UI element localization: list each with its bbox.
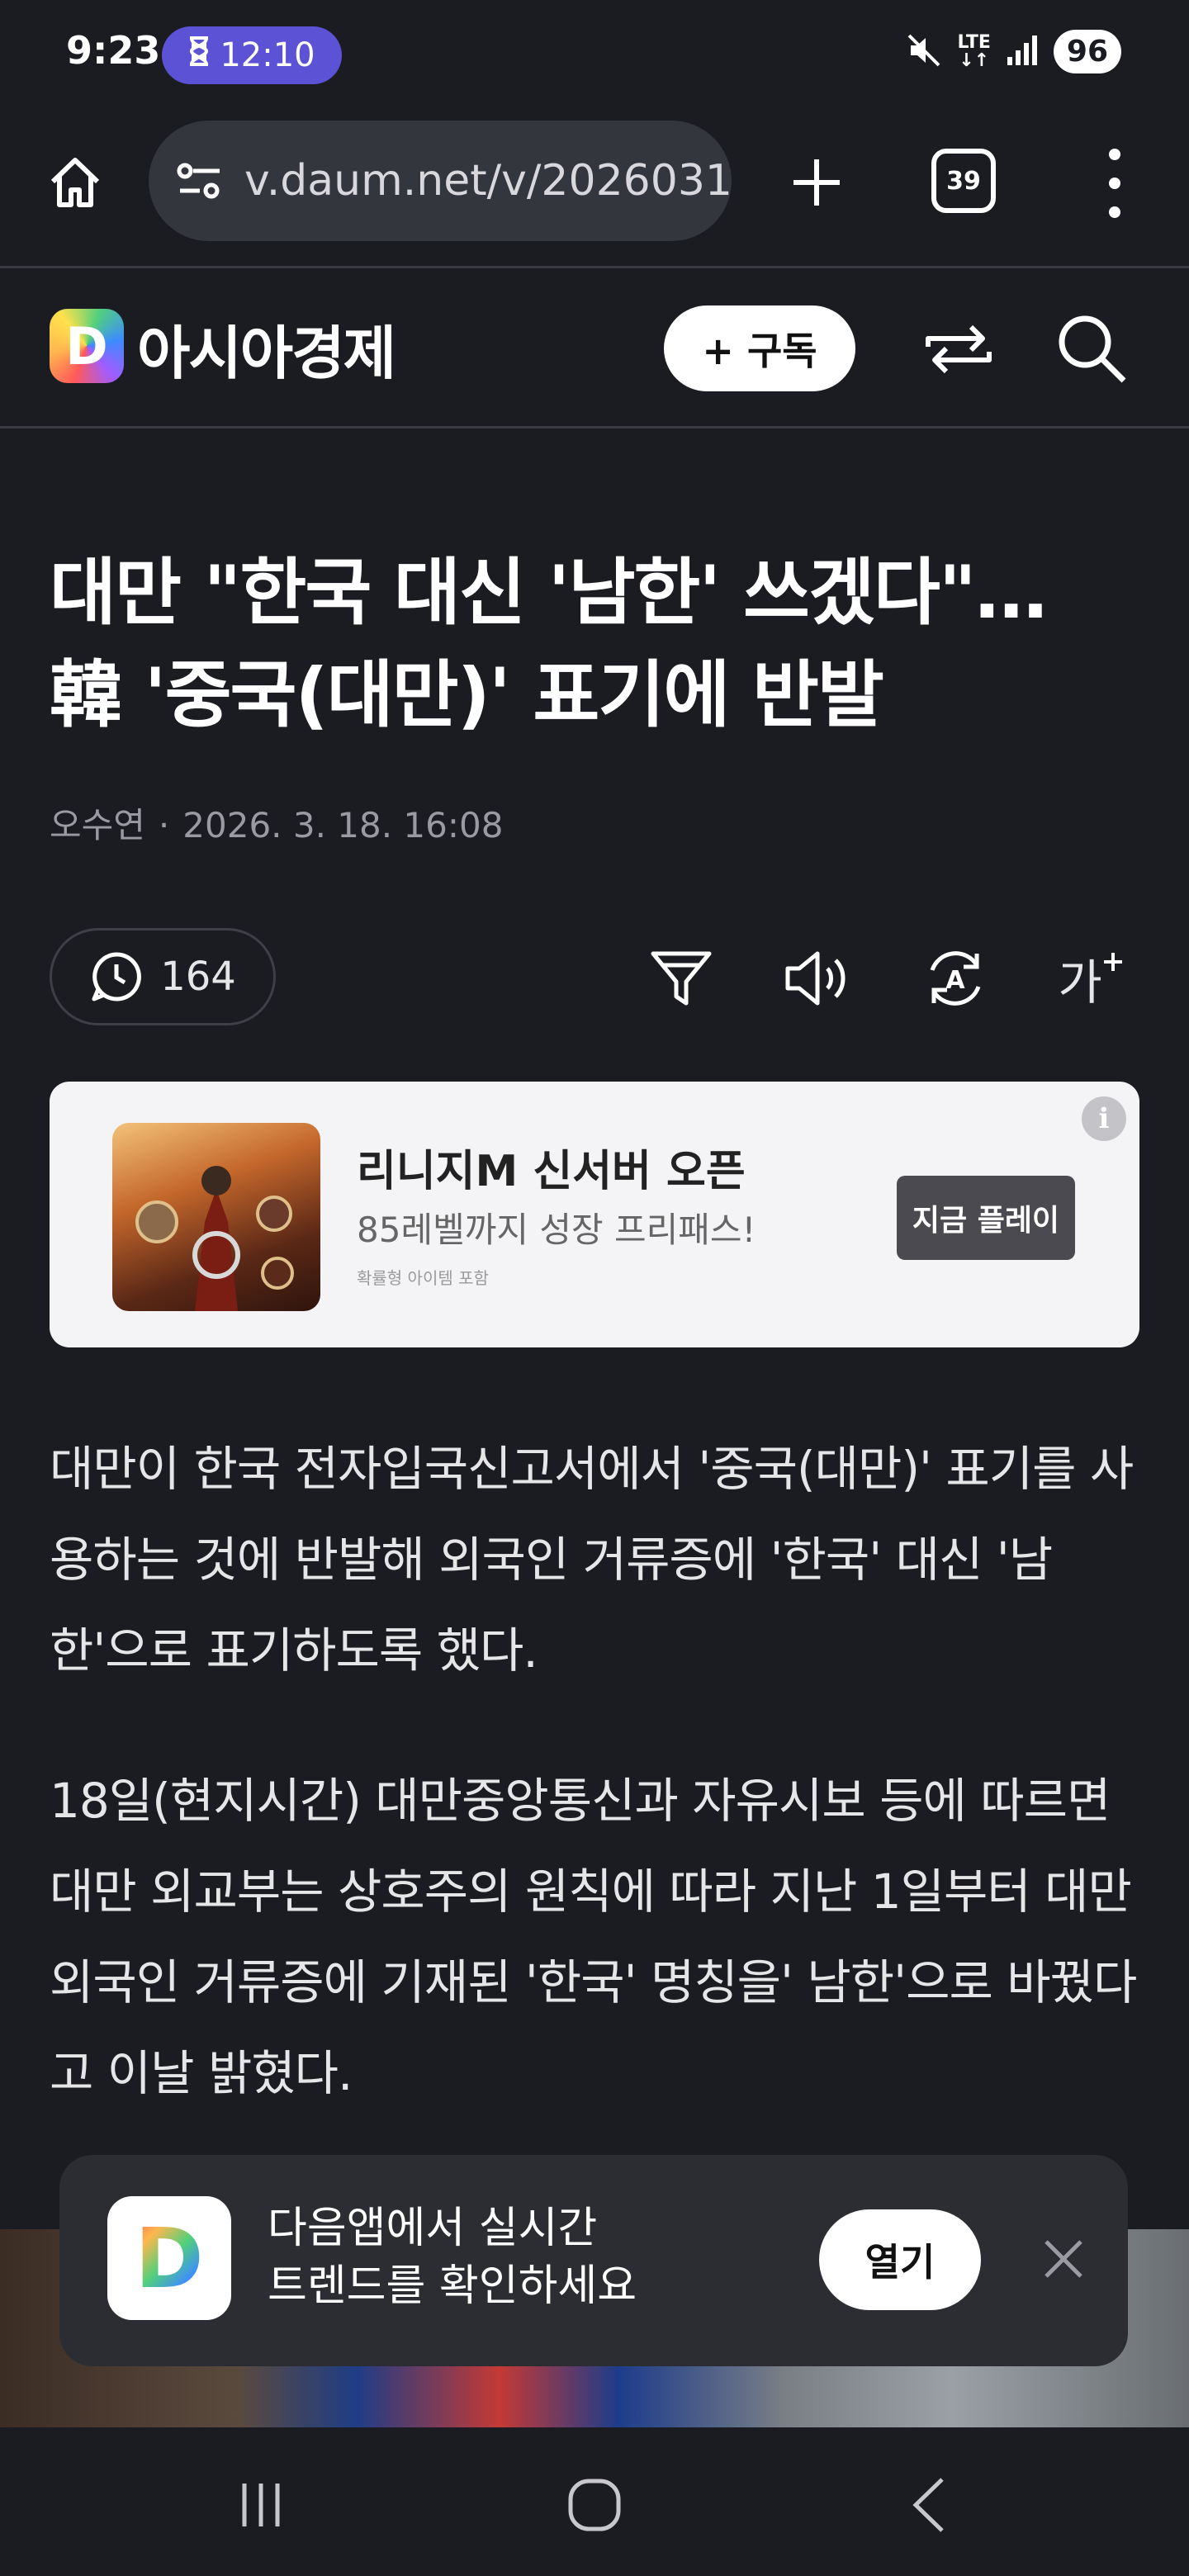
font-size-label: 가 bbox=[1058, 954, 1102, 1011]
site-settings-icon[interactable] bbox=[173, 154, 226, 207]
ad-play-button[interactable]: 지금 플레이 bbox=[897, 1176, 1075, 1260]
translate-icon: A bbox=[930, 951, 981, 1006]
close-icon bbox=[1045, 2240, 1082, 2278]
article-headline: 대만 "한국 대신 '남한' 쓰겠다"… 韓 '중국(대만)' 표기에 반발 bbox=[50, 542, 1148, 746]
plus-icon bbox=[793, 159, 840, 206]
publisher-name[interactable]: 아시아경제 bbox=[137, 307, 396, 391]
home-circle-icon bbox=[568, 2479, 621, 2531]
headline-line-1: 대만 "한국 대신 '남한' 쓰겠다"… bbox=[50, 550, 1048, 635]
comments-button[interactable]: 164 bbox=[50, 928, 276, 1025]
daum-logo[interactable]: D bbox=[50, 309, 124, 383]
hourglass-icon bbox=[188, 36, 210, 74]
header-divider bbox=[0, 426, 1189, 429]
author-name[interactable]: 오수연 bbox=[50, 805, 145, 845]
svg-text:A: A bbox=[945, 966, 965, 995]
article-byline: 오수연 · 2026. 3. 18. 16:08 bbox=[50, 805, 504, 845]
share-icon bbox=[926, 324, 992, 374]
back-button[interactable] bbox=[880, 2464, 979, 2546]
mute-icon bbox=[906, 32, 942, 72]
ad-title[interactable]: 리니지M 신서버 오픈 bbox=[357, 1136, 746, 1198]
back-icon bbox=[912, 2478, 944, 2532]
daum-logo-letter: D bbox=[65, 315, 108, 376]
network-label: LTE bbox=[957, 31, 991, 53]
close-banner-button[interactable] bbox=[1030, 2226, 1097, 2292]
app-install-banner[interactable]: D 다음앱에서 실시간 트렌드를 확인하세요 열기 bbox=[59, 2155, 1128, 2366]
read-aloud-button[interactable] bbox=[781, 941, 855, 1016]
new-tab-button[interactable] bbox=[779, 145, 854, 220]
translate-button[interactable]: A bbox=[918, 941, 992, 1016]
status-time: 9:23 bbox=[66, 28, 161, 73]
ad-description: 85레벨까지 성장 프리패스! bbox=[357, 1210, 756, 1250]
recent-apps-icon bbox=[242, 2484, 280, 2526]
banner-line-2: 트렌드를 확인하세요 bbox=[268, 2261, 637, 2311]
toolbar-divider bbox=[0, 266, 1189, 268]
status-icons: LTE ↓↑ 96 bbox=[906, 30, 1121, 73]
banner-line-1: 다음앱에서 실시간 bbox=[268, 2204, 598, 2253]
timer-indicator: 12:10 bbox=[162, 26, 342, 84]
system-navigation-bar bbox=[0, 2427, 1189, 2576]
article-paragraph: 18일(현지시간) 대만중앙통신과 자유시보 등에 따르면 대만 외교부는 상호… bbox=[50, 1773, 1137, 2101]
ad-info-icon[interactable]: i bbox=[1082, 1096, 1126, 1141]
search-icon bbox=[1059, 315, 1126, 383]
plus-small-icon bbox=[1103, 953, 1122, 971]
search-button[interactable] bbox=[1054, 310, 1130, 386]
comment-count: 164 bbox=[160, 954, 236, 1000]
font-size-button[interactable]: 가 bbox=[1054, 941, 1128, 1016]
ad-fine-print: 확률형 아이템 포함 bbox=[357, 1268, 489, 1288]
home-icon bbox=[50, 158, 100, 207]
signal-icon bbox=[1006, 34, 1039, 70]
speaker-icon bbox=[785, 951, 846, 1006]
filter-icon bbox=[651, 951, 712, 1006]
ad-game-image[interactable] bbox=[112, 1123, 320, 1311]
open-app-button[interactable]: 열기 bbox=[819, 2209, 981, 2310]
summary-filter-button[interactable] bbox=[644, 941, 718, 1016]
publish-date: 2026. 3. 18. 16:08 bbox=[182, 805, 504, 845]
recent-apps-button[interactable] bbox=[211, 2464, 310, 2546]
daum-app-letter: D bbox=[135, 2209, 204, 2307]
ad-banner[interactable]: 리니지M 신서버 오픈 85레벨까지 성장 프리패스! 확률형 아이템 포함 지… bbox=[50, 1082, 1139, 1347]
battery-indicator: 96 bbox=[1053, 30, 1121, 73]
home-button[interactable] bbox=[38, 145, 112, 220]
home-nav-button[interactable] bbox=[545, 2464, 644, 2546]
comment-clock-icon bbox=[92, 952, 142, 1002]
daum-app-icon: D bbox=[107, 2196, 231, 2320]
headline-line-2: 韓 '중국(대만)' 표기에 반발 bbox=[50, 652, 884, 737]
subscribe-button[interactable]: + 구독 bbox=[664, 305, 855, 391]
share-button[interactable] bbox=[923, 314, 994, 385]
article-paragraph: 대만이 한국 전자입국신고서에서 '중국(대만)' 표기를 사용하는 것에 반발… bbox=[50, 1441, 1134, 1679]
banner-message: 다음앱에서 실시간 트렌드를 확인하세요 bbox=[268, 2200, 730, 2315]
address-bar[interactable]: v.daum.net/v/20260318 bbox=[149, 121, 732, 241]
url-text: v.daum.net/v/20260318 bbox=[244, 156, 732, 206]
timer-text: 12:10 bbox=[220, 36, 315, 74]
more-menu-button[interactable] bbox=[1098, 149, 1131, 218]
network-type: LTE ↓↑ bbox=[957, 31, 991, 71]
tab-switcher-button[interactable]: 39 bbox=[931, 149, 996, 213]
